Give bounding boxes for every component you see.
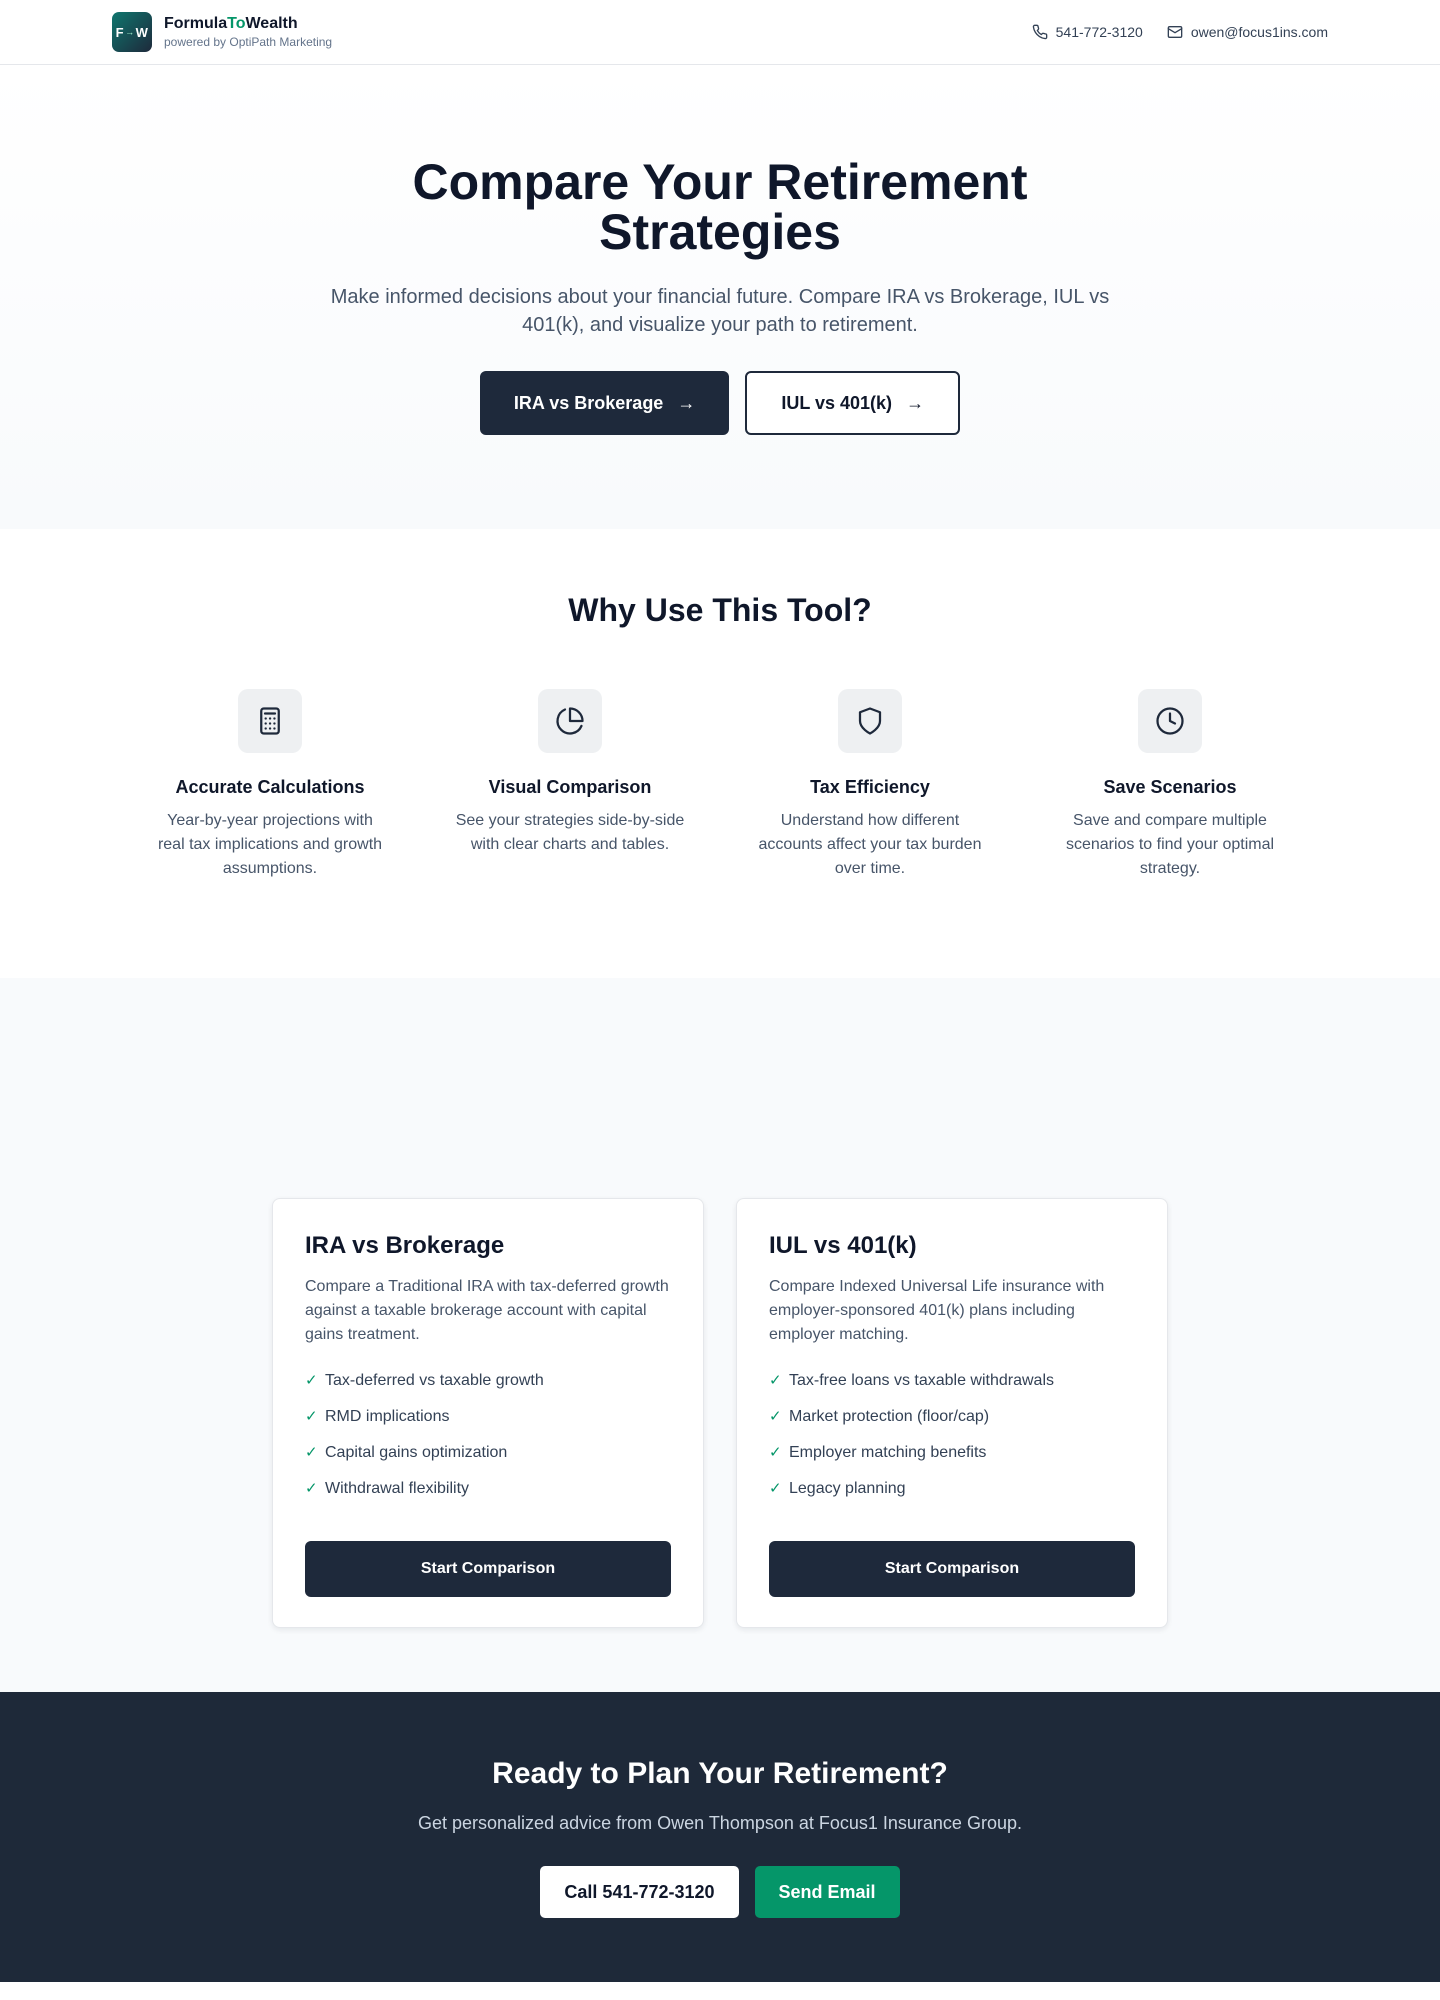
list-item: ✓ Withdrawal flexibility xyxy=(305,1477,671,1501)
feature-text: See your strategies side-by-side with cl… xyxy=(455,812,685,853)
feature-title: Tax Efficiency xyxy=(810,777,930,797)
list-item: ✓ RMD implications xyxy=(305,1405,671,1429)
feature-tax-efficiency: Tax Efficiency Understand how different … xyxy=(720,689,1020,881)
card-description: Compare a Traditional IRA with tax-defer… xyxy=(305,1278,669,1343)
cta-section: Ready to Plan Your Retirement? Get perso… xyxy=(0,1692,1440,1982)
check-icon: ✓ xyxy=(305,1480,318,1497)
features-title: Why Use This Tool? xyxy=(568,592,872,628)
card-feature-list: ✓ Tax-free loans vs taxable withdrawals ✓… xyxy=(769,1369,1135,1501)
list-item-text: Legacy planning xyxy=(789,1480,906,1497)
list-item-text: Tax-deferred vs taxable growth xyxy=(325,1372,544,1389)
feature-title: Accurate Calculations xyxy=(175,777,365,797)
brand[interactable]: F → W FormulaToWealth powered by OptiPath … xyxy=(112,12,332,52)
check-icon: ✓ xyxy=(769,1444,782,1461)
features-section: Why Use This Tool? Accurate Calculations… xyxy=(0,529,1440,978)
brand-name-part2: To xyxy=(227,15,246,32)
feature-text: Save and compare multiple scenarios to f… xyxy=(1065,812,1275,877)
check-icon: ✓ xyxy=(769,1372,782,1389)
mail-icon xyxy=(1167,26,1183,38)
list-item: ✓ Tax-free loans vs taxable withdrawals xyxy=(769,1369,1135,1393)
hero-buttons: IRA vs Brokerage → IUL vs 401(k) → xyxy=(0,371,1440,435)
list-item-text: Market protection (floor/cap) xyxy=(789,1408,990,1425)
header-phone-link[interactable]: 541-772-3120 xyxy=(1032,24,1143,40)
site-header: F → W FormulaToWealth powered by OptiPath … xyxy=(0,0,1440,65)
calculator-icon xyxy=(238,689,302,753)
card-title: IUL vs 401(k) xyxy=(769,1232,917,1259)
header-email-link[interactable]: owen@focus1ins.com xyxy=(1167,24,1328,40)
check-icon: ✓ xyxy=(769,1408,782,1425)
list-item-text: Capital gains optimization xyxy=(325,1444,508,1461)
list-item-text: Withdrawal flexibility xyxy=(325,1480,470,1497)
hero-section: Compare Your Retirement Strategies Make … xyxy=(0,65,1440,529)
ira-vs-brokerage-card: IRA vs Brokerage Compare a Traditional I… xyxy=(272,1198,704,1628)
comparison-cards: IRA vs Brokerage Compare a Traditional I… xyxy=(0,1198,1440,1628)
logo: F → W xyxy=(112,12,152,52)
feature-text: Year-by-year projections with real tax i… xyxy=(157,812,383,877)
list-item: ✓ Employer matching benefits xyxy=(769,1441,1135,1465)
page-bottom-spacer xyxy=(0,1982,1440,2000)
cta-subtitle: Get personalized advice from Owen Thomps… xyxy=(418,1813,1022,1833)
arrow-right-icon: → xyxy=(906,392,925,413)
check-icon: ✓ xyxy=(305,1444,318,1461)
logo-letter-f: F xyxy=(115,24,125,40)
feature-visual-comparison: Visual Comparison See your strategies si… xyxy=(420,689,720,881)
comparison-section: IRA vs Brokerage Compare a Traditional I… xyxy=(0,978,1440,1692)
list-item: ✓ Tax-deferred vs taxable growth xyxy=(305,1369,671,1393)
brand-subtitle: powered by OptiPath Marketing xyxy=(164,35,333,49)
list-item: ✓ Market protection (floor/cap) xyxy=(769,1405,1135,1429)
list-item: ✓ Capital gains optimization xyxy=(305,1441,671,1465)
hero-title: Compare Your Retirement Strategies xyxy=(412,154,1028,260)
hero-subtitle: Make informed decisions about your finan… xyxy=(330,286,1110,336)
list-item-text: RMD implications xyxy=(325,1408,450,1425)
iul-vs-401k-card: IUL vs 401(k) Compare Indexed Universal … xyxy=(736,1198,1168,1628)
pie-chart-icon xyxy=(538,689,602,753)
phone-icon xyxy=(1032,24,1047,40)
check-icon: ✓ xyxy=(305,1372,318,1389)
shield-icon xyxy=(838,689,902,753)
brand-name-part1: Formula xyxy=(164,15,228,32)
feature-accurate-calculations: Accurate Calculations Year-by-year proje… xyxy=(120,689,420,881)
arrow-right-icon: → xyxy=(677,392,696,413)
brand-name: FormulaToWealth xyxy=(164,14,332,34)
header-email-text: owen@focus1ins.com xyxy=(1190,24,1328,40)
check-icon: ✓ xyxy=(769,1480,782,1497)
ira-vs-brokerage-button[interactable]: IRA vs Brokerage → xyxy=(479,371,730,435)
feature-title: Visual Comparison xyxy=(488,777,652,797)
feature-save-scenarios: Save Scenarios Save and compare multiple… xyxy=(1020,689,1320,881)
send-email-button[interactable]: Send Email xyxy=(754,1866,900,1918)
list-item-text: Employer matching benefits xyxy=(789,1444,987,1461)
logo-letter-w: W xyxy=(135,24,149,40)
call-button[interactable]: Call 541-772-3120 xyxy=(540,1866,739,1918)
card-title: IRA vs Brokerage xyxy=(305,1232,505,1259)
cta-buttons: Call 541-772-3120 Send Email xyxy=(0,1866,1440,1918)
list-item: ✓ Legacy planning xyxy=(769,1477,1135,1501)
header-contact: 541-772-3120 owen@focus1ins.com xyxy=(1032,24,1328,40)
brand-text: FormulaToWealth powered by OptiPath Mark… xyxy=(164,14,332,50)
card-feature-list: ✓ Tax-deferred vs taxable growth ✓ RMD imp… xyxy=(305,1369,671,1501)
card-description: Compare Indexed Universal Life insurance… xyxy=(769,1278,1105,1343)
start-comparison-button[interactable]: Start Comparison xyxy=(769,1541,1135,1597)
ira-vs-brokerage-label: IRA vs Brokerage xyxy=(513,392,664,413)
clock-icon xyxy=(1138,689,1202,753)
feature-grid: Accurate Calculations Year-by-year proje… xyxy=(0,689,1440,881)
brand-name-part3: Wealth xyxy=(245,15,298,32)
start-comparison-button[interactable]: Start Comparison xyxy=(305,1541,671,1597)
feature-title: Save Scenarios xyxy=(1103,777,1237,797)
cta-title: Ready to Plan Your Retirement? xyxy=(492,1757,948,1790)
iul-vs-401k-label: IUL vs 401(k) xyxy=(781,392,893,413)
logo-arrow: → xyxy=(125,27,135,37)
check-icon: ✓ xyxy=(305,1408,318,1425)
iul-vs-401k-button[interactable]: IUL vs 401(k) → xyxy=(745,371,961,435)
list-item-text: Tax-free loans vs taxable withdrawals xyxy=(789,1372,1055,1389)
header-phone-text: 541-772-3120 xyxy=(1055,24,1143,40)
feature-text: Understand how different accounts affect… xyxy=(758,812,982,877)
